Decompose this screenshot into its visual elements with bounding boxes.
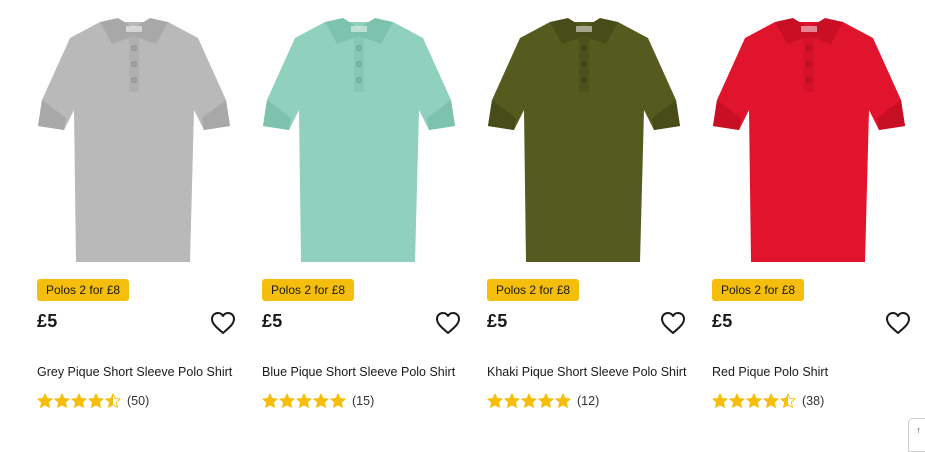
product-title[interactable]: Khaki Pique Short Sleeve Polo Shirt <box>487 365 687 379</box>
product-grid: Polos 2 for £8 £5 Grey Pique Short Sleev… <box>0 0 925 449</box>
neck-label <box>576 26 592 32</box>
product-image[interactable] <box>30 0 235 274</box>
wishlist-heart-icon[interactable] <box>210 311 236 335</box>
shirt-button <box>806 61 812 67</box>
promo-badge[interactable]: Polos 2 for £8 <box>487 279 580 301</box>
star-rating <box>487 393 572 409</box>
shirt-button <box>581 77 587 83</box>
shirt-button <box>356 45 362 51</box>
wishlist-heart-icon[interactable] <box>660 311 686 335</box>
star-icon <box>729 393 745 408</box>
review-count: (50) <box>127 394 150 408</box>
product-title[interactable]: Red Pique Polo Shirt <box>712 365 912 379</box>
back-to-top-button[interactable]: ↑ <box>908 418 925 452</box>
star-icon <box>538 393 554 408</box>
star-icon <box>763 393 779 408</box>
star-icon <box>330 393 346 408</box>
wishlist-heart-icon[interactable] <box>435 311 461 335</box>
star-icon <box>712 393 728 408</box>
shirt-button <box>131 61 137 67</box>
neck-label <box>126 26 142 32</box>
star-icon <box>313 393 329 408</box>
star-rating <box>712 393 797 409</box>
star-rating <box>262 393 347 409</box>
product-price: £5 <box>712 311 733 331</box>
star-icon <box>105 393 121 408</box>
product-card: Polos 2 for £8 £5 Khaki Pique Short Slee… <box>480 0 687 449</box>
product-card: Polos 2 for £8 £5 Blue Pique Short Sleev… <box>255 0 460 449</box>
product-image[interactable] <box>255 0 460 274</box>
product-card: Polos 2 for £8 £5 Grey Pique Short Sleev… <box>30 0 235 449</box>
product-price: £5 <box>487 311 508 331</box>
promo-badge[interactable]: Polos 2 for £8 <box>262 279 355 301</box>
star-icon <box>279 393 295 408</box>
wishlist-heart-icon[interactable] <box>885 311 911 335</box>
neck-label <box>801 26 817 32</box>
review-count: (38) <box>802 394 825 408</box>
product-price: £5 <box>37 311 58 331</box>
shirt-button <box>131 77 137 83</box>
product-rating: (15) <box>262 393 374 409</box>
review-count: (12) <box>577 394 600 408</box>
product-card: Polos 2 for £8 £5 Red Pique Polo Shirt (… <box>705 0 910 449</box>
product-title[interactable]: Blue Pique Short Sleeve Polo Shirt <box>262 365 462 379</box>
promo-badge[interactable]: Polos 2 for £8 <box>37 279 130 301</box>
star-icon <box>296 393 312 408</box>
shirt-button <box>806 45 812 51</box>
shirt-button <box>356 77 362 83</box>
star-icon <box>555 393 571 408</box>
shirt-button <box>131 45 137 51</box>
shirt-button <box>806 77 812 83</box>
star-icon <box>88 393 104 408</box>
product-image[interactable] <box>480 0 685 274</box>
shirt-button <box>356 61 362 67</box>
star-icon <box>504 393 520 408</box>
star-icon <box>54 393 70 408</box>
product-price: £5 <box>262 311 283 331</box>
star-icon <box>487 393 503 408</box>
product-rating: (12) <box>487 393 599 409</box>
star-icon <box>71 393 87 408</box>
star-icon <box>780 393 796 408</box>
star-rating <box>37 393 122 409</box>
star-icon <box>746 393 762 408</box>
star-icon <box>37 393 53 408</box>
shirt-button <box>581 61 587 67</box>
review-count: (15) <box>352 394 375 408</box>
shirt-button <box>581 45 587 51</box>
product-title[interactable]: Grey Pique Short Sleeve Polo Shirt <box>37 365 237 379</box>
neck-label <box>351 26 367 32</box>
star-icon <box>262 393 278 408</box>
star-icon <box>521 393 537 408</box>
product-rating: (50) <box>37 393 149 409</box>
product-image[interactable] <box>705 0 910 274</box>
product-rating: (38) <box>712 393 824 409</box>
promo-badge[interactable]: Polos 2 for £8 <box>712 279 805 301</box>
